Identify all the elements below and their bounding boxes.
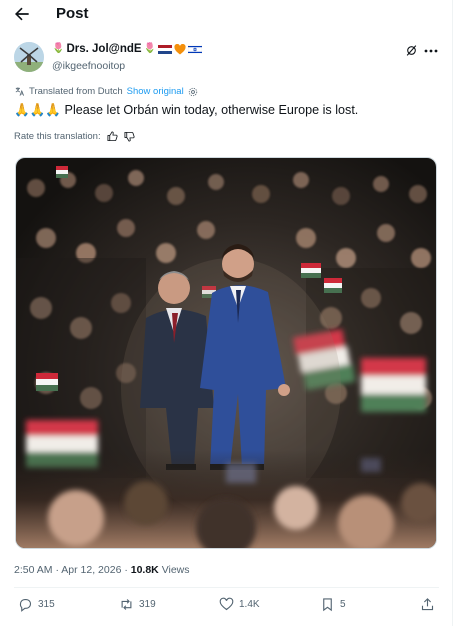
share-icon: [421, 598, 434, 611]
heart-icon: [219, 597, 234, 611]
grok-icon[interactable]: [405, 44, 418, 57]
avatar[interactable]: [14, 42, 44, 72]
reply-count: 315: [38, 599, 55, 610]
bookmark-icon: [323, 598, 332, 612]
israel-flag-icon: [188, 44, 203, 54]
rate-label: Rate this translation:: [14, 131, 101, 142]
arrow-left-icon[interactable]: [12, 4, 32, 24]
tulip-icon: 🌷: [52, 43, 65, 54]
show-original-link[interactable]: Show original: [127, 86, 184, 97]
reply-icon: [19, 598, 32, 612]
repost-count: 319: [139, 599, 156, 610]
windmill-avatar-icon: [14, 42, 44, 72]
gear-icon[interactable]: [188, 87, 198, 97]
page-title: Post: [56, 5, 89, 22]
post-timestamp[interactable]: 2:50 AM · Apr 12, 2026 · 10.8K Views: [14, 564, 190, 576]
timestamp-text: 2:50 AM · Apr 12, 2026 ·: [14, 564, 131, 576]
repost-button[interactable]: 319: [119, 597, 156, 612]
action-bar: 315 319 1.4K 5: [14, 597, 439, 617]
like-button[interactable]: 1.4K: [219, 597, 260, 612]
author-handle[interactable]: @ikgeefnooitop: [52, 60, 125, 72]
bookmark-count: 5: [340, 599, 346, 610]
post-photo[interactable]: [15, 157, 437, 549]
netherlands-flag-icon: [158, 44, 173, 54]
like-count: 1.4K: [239, 599, 260, 610]
bookmark-button[interactable]: 5: [320, 597, 346, 612]
translate-icon: [15, 87, 25, 96]
views-count: 10.8K: [130, 564, 159, 576]
translation-note: Translated from Dutch Show original: [14, 86, 198, 97]
rate-translation: Rate this translation:: [14, 131, 135, 142]
translation-label: Translated from Dutch: [29, 86, 123, 97]
repost-icon: [121, 599, 132, 610]
divider: [14, 587, 439, 588]
author-display-name[interactable]: 🌷 Drs. Jol@ndE 🌷: [52, 43, 203, 55]
tulip-icon: 🌷: [143, 43, 157, 54]
tweet-text: 🙏🙏🙏 Please let Orbán win today, otherwis…: [14, 103, 359, 117]
rally-photo: [16, 158, 436, 548]
author-name-text: Drs. Jol@ndE: [66, 43, 142, 55]
share-button[interactable]: [420, 597, 435, 612]
views-label: Views: [158, 564, 190, 576]
top-bar: Post: [0, 0, 453, 32]
thumbs-down-icon[interactable]: [124, 131, 135, 142]
more-horizontal-icon[interactable]: [424, 49, 438, 53]
reply-button[interactable]: 315: [18, 597, 55, 612]
post-page: Post 🌷 Drs. Jol@ndE 🌷 @ikgeefnooitop Tra…: [0, 0, 453, 626]
orange-heart-icon: [174, 43, 186, 54]
thumbs-up-icon[interactable]: [107, 131, 118, 142]
